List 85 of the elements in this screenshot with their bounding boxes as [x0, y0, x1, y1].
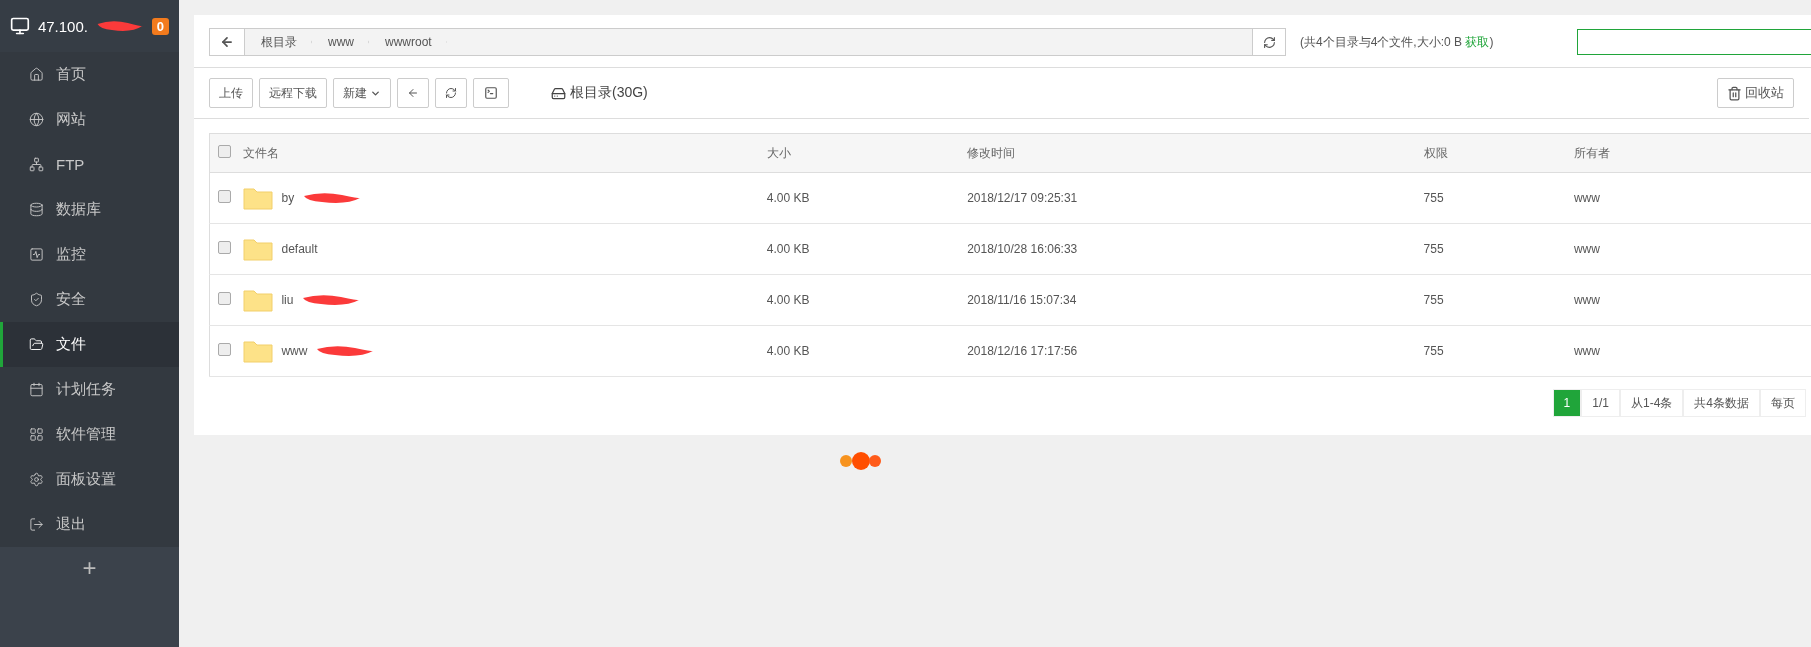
column-header: 所有者	[1573, 133, 1811, 173]
column-header: 权限	[1423, 133, 1574, 173]
add-button[interactable]: +	[76, 554, 103, 582]
breadcrumb-item[interactable]: wwwroot	[369, 29, 447, 55]
table-cell: www	[1573, 223, 1811, 275]
settings-icon	[29, 472, 44, 487]
network-icon	[29, 157, 44, 172]
refresh-button[interactable]	[1252, 29, 1285, 55]
toolbar-button[interactable]: 远程下载	[259, 78, 327, 108]
breadcrumb-item[interactable]: www	[312, 29, 369, 55]
pagination-item[interactable]: 每页	[1760, 389, 1806, 417]
trash-icon	[1727, 85, 1742, 101]
file-name[interactable]: default	[281, 242, 318, 256]
sidebar-item[interactable]: 计划任务	[0, 367, 179, 412]
folder-icon	[243, 339, 274, 363]
table-cell: 755	[1423, 223, 1574, 275]
database-icon	[29, 202, 44, 217]
column-header: 文件名	[243, 133, 767, 173]
column-header: 修改时间	[967, 133, 1424, 173]
row-checkbox[interactable]	[218, 343, 231, 356]
back-button[interactable]	[210, 29, 245, 55]
select-all-checkbox[interactable]	[218, 145, 231, 158]
table-cell: www	[1573, 325, 1811, 377]
row-checkbox[interactable]	[218, 190, 231, 203]
chart-icon	[29, 247, 44, 262]
logout-icon	[29, 517, 44, 532]
sidebar-item[interactable]: 监控	[0, 232, 179, 277]
table-cell: 755	[1423, 274, 1574, 326]
table-cell: 4.00 KB	[766, 274, 968, 326]
table-cell: 4.00 KB	[766, 223, 968, 275]
row-checkbox[interactable]	[218, 292, 231, 305]
recycle-bin-button[interactable]: 回收站	[1717, 78, 1794, 108]
file-name[interactable]: by	[281, 191, 295, 205]
table-cell: 2018/12/16 17:17:56	[967, 325, 1424, 377]
table-cell: 755	[1423, 325, 1574, 377]
refresh-button[interactable]	[435, 78, 467, 108]
terminal-icon	[484, 86, 498, 100]
file-name[interactable]: www	[281, 344, 308, 358]
sidebar-item[interactable]: 面板设置	[0, 457, 179, 502]
back-button[interactable]	[397, 78, 429, 108]
refresh-icon	[445, 86, 457, 100]
new-dropdown-button[interactable]: 新建	[333, 78, 391, 108]
back-icon	[220, 35, 234, 49]
pagination-item[interactable]: 从1-4条	[1619, 389, 1684, 417]
toolbar-button[interactable]: 上传	[209, 78, 253, 108]
terminal-button[interactable]	[473, 78, 509, 108]
table-cell: 4.00 KB	[766, 325, 968, 377]
home-icon	[29, 67, 44, 82]
refresh-icon	[1262, 35, 1276, 49]
pagination-item[interactable]: 共4条数据	[1683, 389, 1760, 417]
loading-icon	[839, 451, 883, 471]
column-header: 大小	[766, 133, 968, 173]
pagination-item[interactable]: 1/1	[1581, 389, 1620, 417]
sidebar-item[interactable]: 软件管理	[0, 412, 179, 457]
row-checkbox[interactable]	[218, 241, 231, 254]
table-cell: www	[1573, 172, 1811, 224]
table-cell: 4.00 KB	[766, 172, 968, 224]
globe-icon	[29, 112, 44, 127]
search-field[interactable]	[1577, 29, 1811, 55]
back-icon	[407, 86, 419, 100]
breadcrumb-item[interactable]: 根目录	[245, 29, 312, 55]
folder-icon	[29, 337, 44, 352]
table-cell: 755	[1423, 172, 1574, 224]
directory-summary: (共4个目录与4个文件,大小:0 B 获取)	[1300, 33, 1494, 51]
file-name[interactable]: liu	[281, 293, 294, 307]
table-cell: 2018/12/17 09:25:31	[967, 172, 1424, 224]
folder-icon	[243, 237, 274, 261]
sidebar-item[interactable]: 首页	[0, 52, 179, 97]
sidebar-item[interactable]: 退出	[0, 502, 179, 547]
sidebar-item[interactable]: 安全	[0, 277, 179, 322]
calendar-icon	[29, 382, 44, 397]
table-cell: 2018/11/16 15:07:34	[967, 274, 1424, 326]
sidebar-item[interactable]: 数据库	[0, 187, 179, 232]
folder-icon	[243, 288, 274, 312]
server-address: 47.100.	[37, 17, 88, 35]
table-cell: www	[1573, 274, 1811, 326]
sidebar-item[interactable]: 文件	[0, 322, 179, 367]
grid-icon	[29, 427, 44, 442]
shield-icon	[29, 292, 44, 307]
sidebar-item[interactable]: FTP	[0, 142, 179, 187]
folder-icon	[243, 186, 274, 210]
table-cell: 2018/10/28 16:06:33	[967, 223, 1424, 275]
sidebar-item[interactable]: 网站	[0, 97, 179, 142]
monitor-icon	[10, 16, 30, 36]
disk-label: 根目录(30G)	[570, 84, 648, 102]
